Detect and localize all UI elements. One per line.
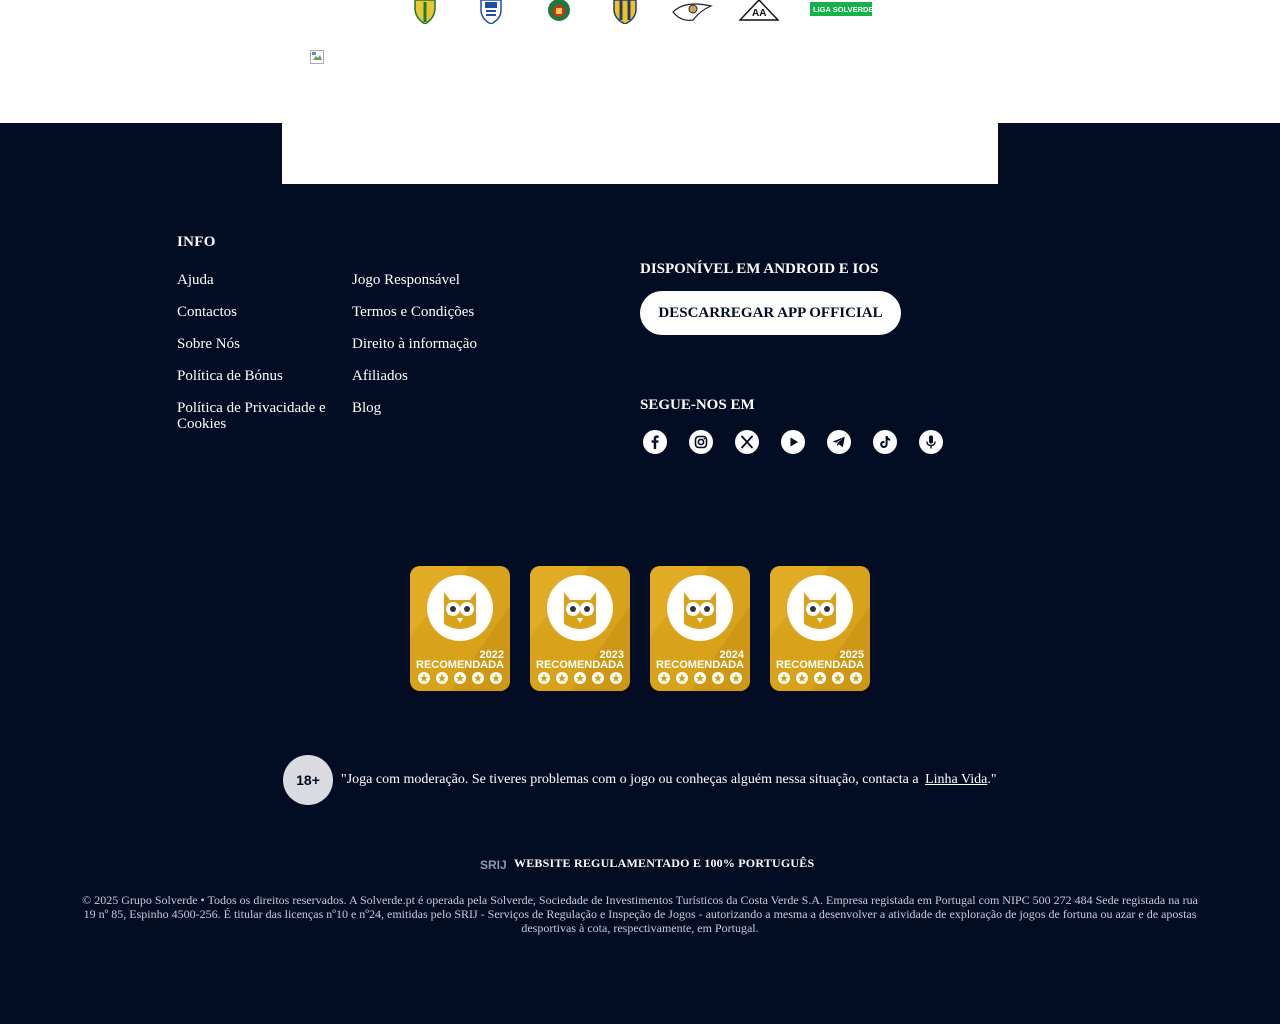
legal-disclaimer: © 2025 Grupo Solverde • Todos os direito… [82,893,1198,935]
link-politica-bonus[interactable]: Política de Bónus [177,368,337,384]
svg-text:SRIJ: SRIJ [480,858,507,871]
partner-logos: AA LIGA SOLVERDE [0,0,1280,26]
info-links-column-1: Ajuda Contactos Sobre Nós Política de Bó… [177,272,337,448]
link-blog[interactable]: Blog [352,400,552,416]
club-crest-green-yellow-icon[interactable] [414,0,436,24]
regulation-text: WEBSITE REGULAMENTADO E 100% PORTUGUÊS [514,856,815,870]
award-badge-2024: 2024 RECOMENDADA [650,566,750,691]
tiktok-icon[interactable] [873,430,897,454]
responsible-gaming-message: "Joga com moderação. Se tiveres problema… [341,772,997,788]
club-crest-blue-icon[interactable] [480,0,502,24]
info-links-column-2: Jogo Responsável Termos e Condições Dire… [352,272,552,432]
regulation-notice: SRIJ WEBSITE REGULAMENTADO E 100% PORTUG… [480,856,814,871]
partners-band-extension [282,123,998,184]
responsible-text-end: ." [987,772,997,787]
x-icon[interactable] [735,430,759,454]
link-politica-privacidade[interactable]: Política de Privacidade e Cookies [177,400,337,432]
club-crest-aa-icon[interactable]: AA [739,0,779,22]
youtube-icon[interactable] [781,430,805,454]
club-crest-white-black-icon[interactable] [671,0,715,22]
instagram-icon[interactable] [689,430,713,454]
link-contactos[interactable]: Contactos [177,304,337,320]
link-direito-informacao[interactable]: Direito à informação [352,336,552,352]
broken-image-icon [310,50,324,64]
responsible-text: "Joga com moderação. Se tiveres problema… [341,772,919,787]
svg-text:RECOMENDADA: RECOMENDADA [776,659,864,671]
download-app-button[interactable]: DESCARREGAR APP OFFICIAL [640,291,901,335]
srij-logo-icon: SRIJ [480,858,507,871]
svg-text:RECOMENDADA: RECOMENDADA [416,659,504,671]
telegram-icon[interactable] [827,430,851,454]
linha-vida-link[interactable]: Linha Vida [925,772,987,787]
link-termos-condicoes[interactable]: Termos e Condições [352,304,552,320]
svg-text:RECOMENDADA: RECOMENDADA [536,659,624,671]
link-afiliados[interactable]: Afiliados [352,368,552,384]
award-badge-2025: 2025 RECOMENDADA [770,566,870,691]
facebook-icon[interactable] [643,430,667,454]
info-heading: INFO [177,234,216,250]
award-badge-2023: 2023 RECOMENDADA [530,566,630,691]
liga-solverde-logo[interactable]: LIGA SOLVERDE [810,0,872,18]
svg-text:AA: AA [752,8,766,19]
microphone-icon[interactable] [919,430,943,454]
age-restriction-badge: 18+ [283,755,333,805]
follow-heading: SEGUE-NOS EM [640,397,755,413]
svg-text:RECOMENDADA: RECOMENDADA [656,659,744,671]
club-crest-green-red-icon[interactable] [545,0,573,24]
svg-text:LIGA SOLVERDE: LIGA SOLVERDE [813,5,872,14]
link-sobre-nos[interactable]: Sobre Nós [177,336,337,352]
link-jogo-responsavel[interactable]: Jogo Responsável [352,272,552,288]
app-heading: DISPONÍVEL EM ANDROID E IOS [640,261,879,277]
award-badge-2022: 2022 RECOMENDADA [410,566,510,691]
link-ajuda[interactable]: Ajuda [177,272,337,288]
club-crest-yellow-blue-icon[interactable] [613,0,637,24]
